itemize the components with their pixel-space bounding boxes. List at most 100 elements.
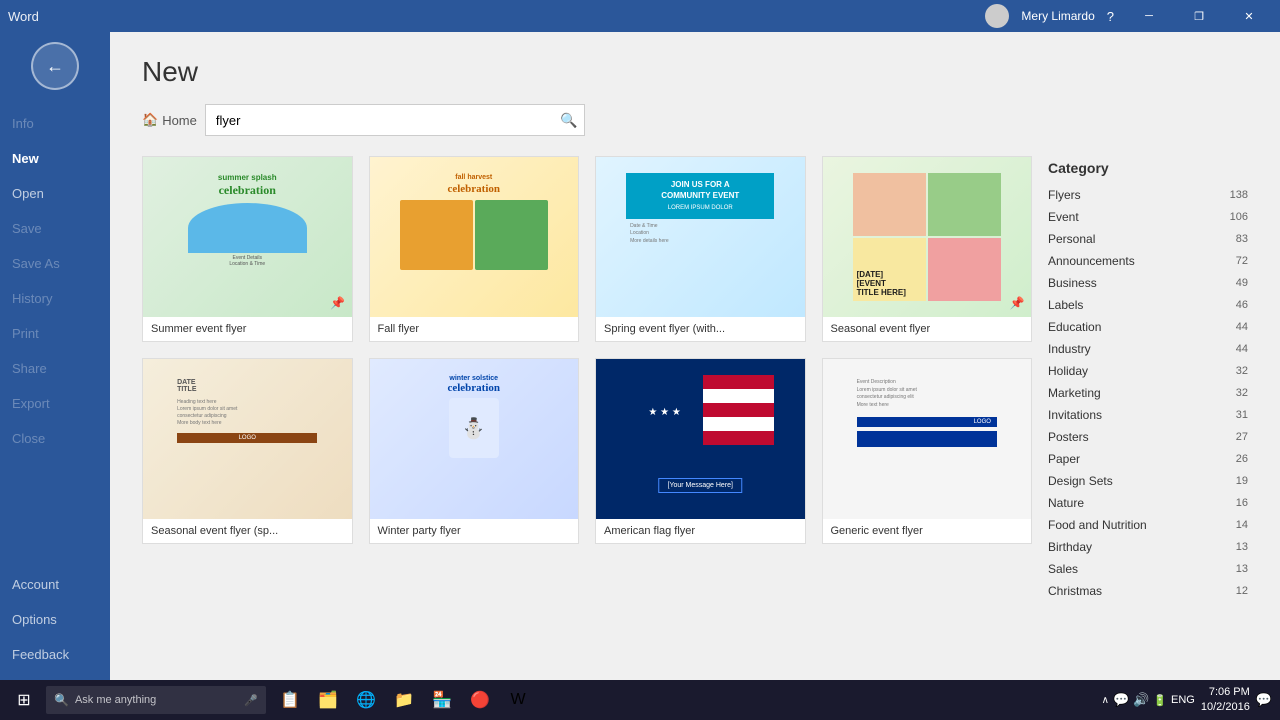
template-name-american: American flag flyer <box>596 519 805 543</box>
sidebar-item-options[interactable]: Options <box>0 602 110 637</box>
category-item-personal[interactable]: Personal83 <box>1048 228 1248 250</box>
search-input[interactable] <box>205 104 585 136</box>
category-item-food-and-nutrition[interactable]: Food and Nutrition14 <box>1048 514 1248 536</box>
category-item-labels[interactable]: Labels46 <box>1048 294 1248 316</box>
taskbar-app-antivirus[interactable]: 🔴 <box>462 682 498 718</box>
category-item-holiday[interactable]: Holiday 32 <box>1048 360 1248 382</box>
template-thumb-american: ★ ★ ★[Your Message Here] <box>596 359 805 519</box>
category-label: Paper <box>1048 452 1080 466</box>
category-item-marketing[interactable]: Marketing32 <box>1048 382 1248 404</box>
taskbar-app-word[interactable]: W <box>500 682 536 718</box>
tray-lang-icon[interactable]: ENG <box>1171 694 1195 706</box>
category-label: Holiday <box>1048 364 1088 378</box>
category-item-business[interactable]: Business 49 <box>1048 272 1248 294</box>
time-display: 7:06 PM <box>1201 685 1250 700</box>
template-thumb-spring: JOIN US FOR ACOMMUNITY EVENTLOREM IPSUM … <box>596 157 805 317</box>
search-bar: 🏠 Home 🔍 <box>142 104 1248 136</box>
category-count: 32 <box>1236 365 1248 377</box>
tray-chat-icon[interactable]: 💬 <box>1113 692 1129 708</box>
template-name-seasonal2: Seasonal event flyer (sp... <box>143 519 352 543</box>
template-card-seasonal[interactable]: [DATE][EVENTTITLE HERE]📌Seasonal event f… <box>822 156 1033 342</box>
taskbar-search[interactable]: 🔍 Ask me anything 🎤 <box>46 686 266 714</box>
sidebar-item-print: Print <box>0 316 110 351</box>
category-count: 14 <box>1236 519 1248 531</box>
category-item-christmas[interactable]: Christmas12 <box>1048 580 1248 602</box>
close-button[interactable]: ✕ <box>1226 0 1272 32</box>
template-card-generic[interactable]: Event DescriptionLorem ipsum dolor sit a… <box>822 358 1033 544</box>
template-card-winter[interactable]: winter solsticecelebration⛄Winter party … <box>369 358 580 544</box>
category-label: Labels <box>1048 298 1083 312</box>
category-panel: Category Flyers138Event106Personal83Anno… <box>1048 156 1248 680</box>
restore-button[interactable]: ❐ <box>1176 0 1222 32</box>
notifications-icon[interactable]: 💬 <box>1256 692 1272 708</box>
category-item-event[interactable]: Event106 <box>1048 206 1248 228</box>
template-name-seasonal: Seasonal event flyer <box>823 317 1032 341</box>
tray-icons: ∧ 💬 🔊 🔋 ENG <box>1102 692 1195 708</box>
content-area: New 🏠 Home 🔍 summer splashcelebrationEve… <box>110 32 1280 680</box>
sidebar-item-account[interactable]: Account <box>0 567 110 602</box>
category-count: 13 <box>1236 563 1248 575</box>
tray-up-icon[interactable]: ∧ <box>1102 695 1109 706</box>
category-item-posters[interactable]: Posters27 <box>1048 426 1248 448</box>
category-item-invitations[interactable]: Invitations31 <box>1048 404 1248 426</box>
taskbar-app-edge[interactable]: 🌐 <box>348 682 384 718</box>
category-label: Design Sets <box>1048 474 1113 488</box>
sidebar-item-new[interactable]: New <box>0 141 110 176</box>
sidebar: ← InfoNewOpenSaveSave AsHistoryPrintShar… <box>0 32 110 680</box>
sidebar-nav: InfoNewOpenSaveSave AsHistoryPrintShareE… <box>0 106 110 456</box>
category-item-nature[interactable]: Nature16 <box>1048 492 1248 514</box>
template-name-generic: Generic event flyer <box>823 519 1032 543</box>
template-card-seasonal2[interactable]: DATETITLEHeading text hereLorem ipsum do… <box>142 358 353 544</box>
template-pin-summer: 📌 <box>330 295 346 311</box>
taskbar-app-store[interactable]: 🏪 <box>424 682 460 718</box>
date-display: 10/2/2016 <box>1201 700 1250 715</box>
category-item-design-sets[interactable]: Design Sets19 <box>1048 470 1248 492</box>
category-count: 72 <box>1236 255 1248 267</box>
category-item-sales[interactable]: Sales 13 <box>1048 558 1248 580</box>
category-label: Sales <box>1048 562 1078 576</box>
category-item-birthday[interactable]: Birthday13 <box>1048 536 1248 558</box>
clock[interactable]: 7:06 PM 10/2/2016 <box>1201 685 1250 716</box>
category-count: 106 <box>1230 211 1248 223</box>
category-label: Flyers <box>1048 188 1081 202</box>
home-icon: 🏠 <box>142 112 158 128</box>
taskbar-app-cortana[interactable]: 📋 <box>272 682 308 718</box>
category-item-industry[interactable]: Industry44 <box>1048 338 1248 360</box>
sidebar-item-open[interactable]: Open <box>0 176 110 211</box>
template-card-spring[interactable]: JOIN US FOR ACOMMUNITY EVENTLOREM IPSUM … <box>595 156 806 342</box>
sidebar-item-feedback[interactable]: Feedback <box>0 637 110 672</box>
category-label: Education <box>1048 320 1101 334</box>
tray-volume-icon[interactable]: 🔊 <box>1133 692 1149 708</box>
template-card-american[interactable]: ★ ★ ★[Your Message Here]American flag fl… <box>595 358 806 544</box>
template-thumb-seasonal: [DATE][EVENTTITLE HERE]📌 <box>823 157 1032 317</box>
start-button[interactable]: ⊞ <box>4 682 44 718</box>
taskbar-app-file-explorer[interactable]: 📁 <box>386 682 422 718</box>
mic-icon: 🎤 <box>244 694 258 707</box>
category-count: 26 <box>1236 453 1248 465</box>
sidebar-bottom-nav: AccountOptionsFeedback <box>0 567 110 680</box>
category-label: Business <box>1048 276 1097 290</box>
template-card-summer[interactable]: summer splashcelebrationEvent DetailsLoc… <box>142 156 353 342</box>
category-list: Flyers138Event106Personal83Announcements… <box>1048 184 1248 602</box>
sidebar-item-close: Close <box>0 421 110 456</box>
templates-grid: summer splashcelebrationEvent DetailsLoc… <box>142 156 1032 680</box>
back-button[interactable]: ← <box>31 42 79 90</box>
help-button[interactable]: ? <box>1107 9 1114 24</box>
taskbar-app-task-view[interactable]: 🗂️ <box>310 682 346 718</box>
home-link[interactable]: 🏠 Home <box>142 112 197 128</box>
category-count: 49 <box>1236 277 1248 289</box>
category-item-education[interactable]: Education44 <box>1048 316 1248 338</box>
search-button[interactable]: 🔍 <box>553 104 585 136</box>
minimize-button[interactable]: ─ <box>1126 0 1172 32</box>
category-item-paper[interactable]: Paper 26 <box>1048 448 1248 470</box>
category-label: Invitations <box>1048 408 1102 422</box>
category-item-announcements[interactable]: Announcements72 <box>1048 250 1248 272</box>
page-title: New <box>142 56 1248 88</box>
category-count: 32 <box>1236 387 1248 399</box>
category-count: 12 <box>1236 585 1248 597</box>
category-item-flyers[interactable]: Flyers138 <box>1048 184 1248 206</box>
category-count: 44 <box>1236 343 1248 355</box>
template-card-fall[interactable]: fall harvestcelebrationFall flyer <box>369 156 580 342</box>
sidebar-item-history: History <box>0 281 110 316</box>
taskbar: ⊞ 🔍 Ask me anything 🎤 📋🗂️🌐📁🏪🔴W ∧ 💬 🔊 🔋 E… <box>0 680 1280 720</box>
